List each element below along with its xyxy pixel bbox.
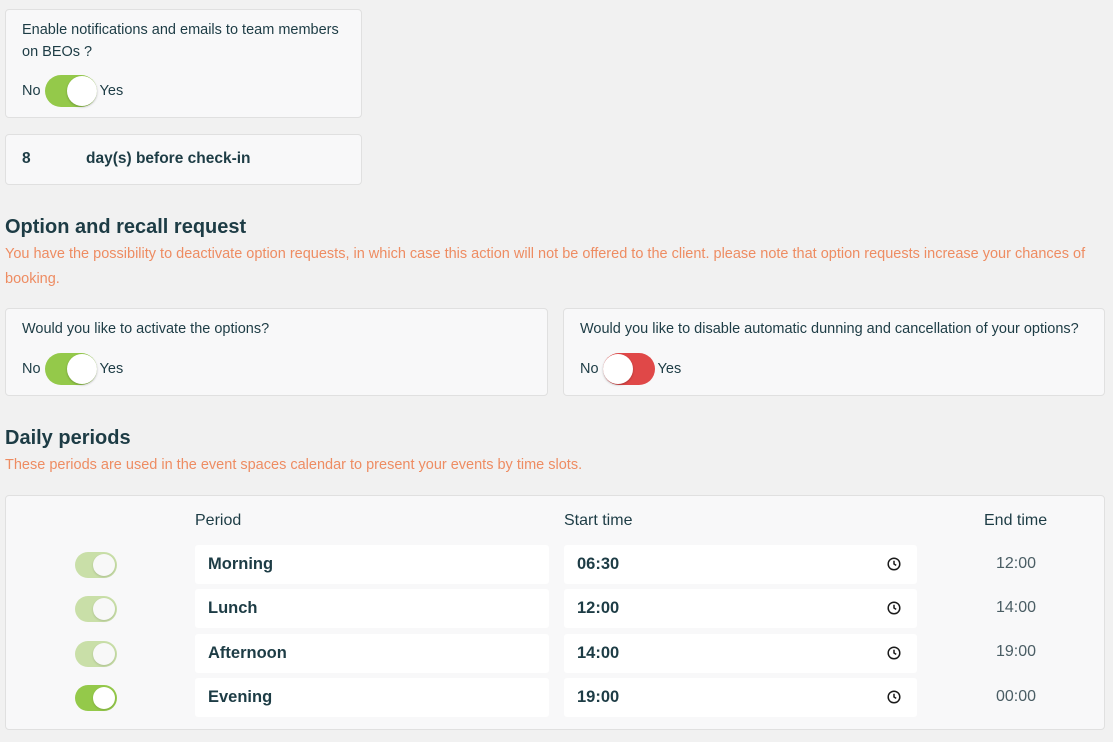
notifications-toggle[interactable] (44, 75, 97, 107)
clock-icon[interactable] (887, 601, 901, 615)
clock-icon[interactable] (887, 646, 901, 660)
days-before-input[interactable]: 8 (22, 150, 31, 168)
start-time-input[interactable]: 19:00 (564, 678, 917, 717)
toggle-knob (93, 554, 115, 576)
disable-dunning-card: Would you like to disable automatic dunn… (563, 308, 1105, 396)
toggle-knob (66, 354, 97, 384)
end-time-value: 14:00 (995, 599, 1037, 616)
end-time-value: 00:00 (995, 688, 1037, 705)
clock-icon[interactable] (887, 557, 901, 571)
disable-dunning-question: Would you like to disable automatic dunn… (580, 321, 1079, 337)
notifications-card: Enable notifications and emails to team … (5, 9, 362, 118)
toggle-knob (93, 643, 115, 665)
activate-options-toggle[interactable] (44, 353, 97, 385)
activate-options-no-label: No (22, 361, 41, 377)
option-section-title: Option and recall request (5, 216, 247, 238)
disable-dunning-toggle[interactable] (602, 353, 655, 385)
start-time-value: 19:00 (577, 688, 620, 706)
period-toggle-lunch[interactable] (75, 596, 117, 622)
start-time-column-header: Start time (564, 512, 633, 529)
start-time-value: 12:00 (577, 599, 620, 617)
period-name-input[interactable]: Lunch (195, 589, 549, 628)
period-column-header: Period (195, 512, 242, 529)
period-toggle-evening[interactable] (75, 685, 117, 711)
daily-periods-title: Daily periods (5, 427, 131, 449)
start-time-input[interactable]: 14:00 (564, 634, 917, 673)
notifications-no-label: No (22, 83, 41, 99)
activate-options-card: Would you like to activate the options? … (5, 308, 548, 396)
option-section-description: You have the possibility to deactivate o… (5, 246, 1086, 287)
notifications-yes-label: Yes (99, 83, 124, 99)
toggle-knob (93, 598, 115, 620)
period-name-input[interactable]: Afternoon (195, 634, 549, 673)
end-time-value: 19:00 (995, 643, 1037, 660)
start-time-input[interactable]: 12:00 (564, 589, 917, 628)
notifications-question: Enable notifications and emails to team … (22, 22, 339, 60)
activate-options-yes-label: Yes (99, 361, 124, 377)
disable-dunning-yes-label: Yes (657, 361, 682, 377)
end-time-value: 12:00 (995, 555, 1037, 572)
days-before-card: 8 day(s) before check-in (5, 134, 362, 185)
toggle-knob (93, 687, 115, 709)
toggle-knob (66, 76, 97, 106)
period-name-input[interactable]: Evening (195, 678, 549, 717)
activate-options-question: Would you like to activate the options? (22, 321, 270, 337)
clock-icon[interactable] (887, 690, 901, 704)
period-name-input[interactable]: Morning (195, 545, 549, 584)
start-time-value: 06:30 (577, 555, 620, 573)
daily-periods-description: These periods are used in the event spac… (5, 457, 583, 473)
period-toggle-morning[interactable] (75, 552, 117, 578)
start-time-value: 14:00 (577, 644, 620, 662)
daily-periods-card: Period Start time End time Morning 06:30… (5, 495, 1105, 730)
start-time-input[interactable]: 06:30 (564, 545, 917, 584)
toggle-knob (602, 354, 633, 384)
notifications-toggle-row: No Yes (22, 75, 123, 107)
activate-options-toggle-row: No Yes (22, 353, 123, 385)
disable-dunning-toggle-row: No Yes (580, 353, 681, 385)
disable-dunning-no-label: No (580, 361, 599, 377)
period-toggle-afternoon[interactable] (75, 641, 117, 667)
days-before-suffix: day(s) before check-in (86, 150, 251, 167)
end-time-column-header: End time (984, 512, 1048, 529)
